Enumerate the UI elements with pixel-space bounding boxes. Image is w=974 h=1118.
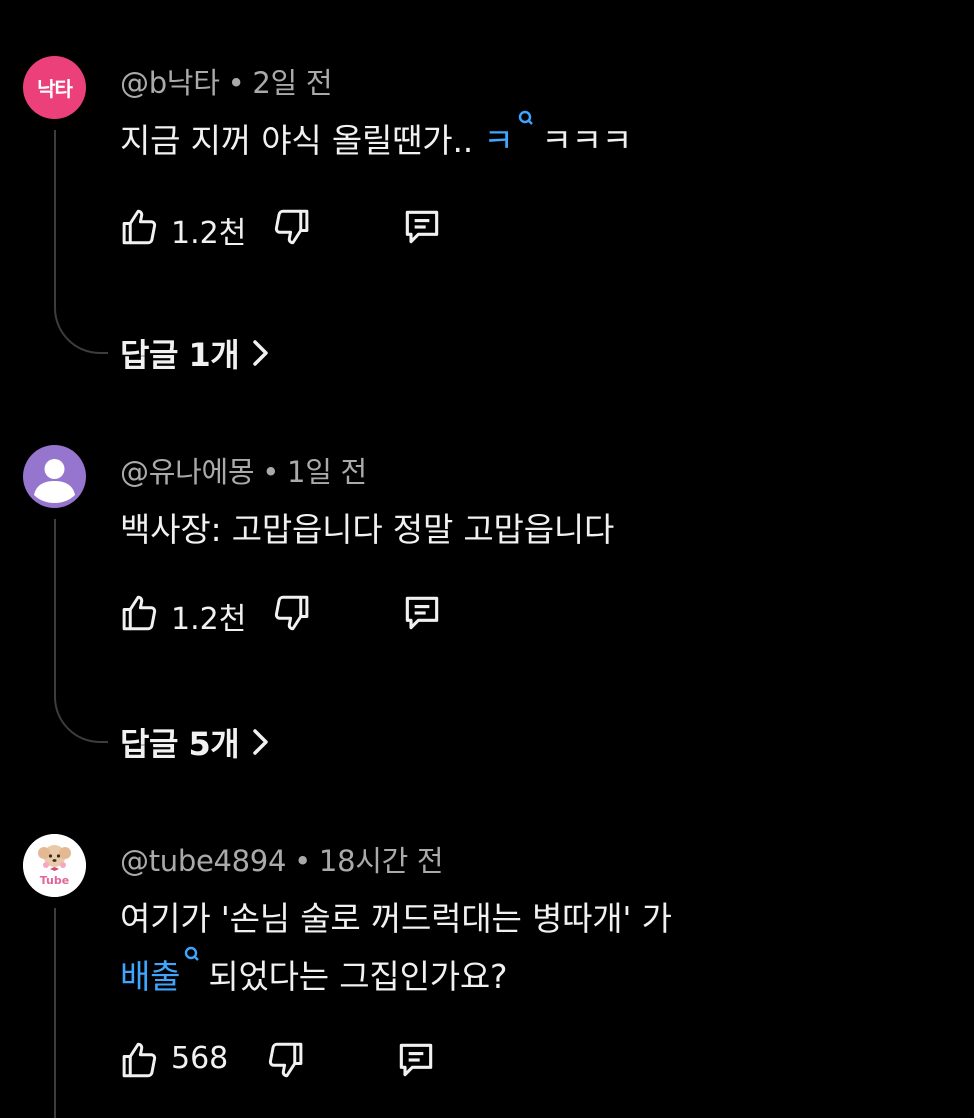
dislike-icon — [268, 1042, 303, 1078]
reply-icon — [405, 210, 439, 244]
avatar-caption: Tube — [39, 874, 70, 887]
reply-icon — [399, 1043, 433, 1077]
comment-actions: 1.2천 — [117, 204, 457, 251]
like-button[interactable] — [117, 590, 161, 636]
reply-button[interactable] — [400, 204, 444, 250]
reply-button[interactable] — [394, 1037, 438, 1083]
avatar-text: 낙타 — [37, 77, 73, 101]
avatar[interactable]: 낙타 — [23, 56, 86, 119]
dislike-button[interactable] — [270, 590, 314, 636]
reply-button[interactable] — [400, 590, 444, 636]
replies-label: 답글 1개 — [120, 336, 240, 374]
like-icon — [122, 209, 157, 245]
dislike-button[interactable] — [264, 1037, 308, 1083]
comment-text: 지금 지꺼 야식 올릴땐가.. ㅋㅋㅋㅋ — [120, 110, 632, 162]
search-link[interactable]: 배출 — [120, 957, 181, 996]
dislike-icon — [274, 595, 309, 631]
view-replies-button[interactable]: 답글 5개 — [120, 719, 271, 765]
search-icon — [185, 946, 200, 961]
like-button[interactable] — [117, 204, 161, 250]
like-count: 568 — [171, 1041, 229, 1076]
like-button[interactable] — [117, 1037, 161, 1083]
like-count: 1.2천 — [171, 216, 247, 251]
comment-author[interactable]: @유나에몽 — [120, 455, 255, 489]
comment-actions: 1.2천 — [117, 590, 457, 637]
comment-text-line: 여기가 '손님 술로 꺼드럭대는 병따개' 가 — [120, 899, 672, 938]
thread-line — [54, 908, 108, 1118]
comment-author[interactable]: @b낙타 — [120, 66, 220, 100]
search-icon — [518, 110, 533, 125]
comment-time: 1일 전 — [287, 455, 367, 489]
avatar[interactable]: Tube — [23, 834, 86, 897]
chevron-right-icon — [253, 340, 268, 366]
thread-line — [54, 130, 108, 354]
comment-text: 백사장: 고맙읍니다 정말 고맙읍니다 — [120, 510, 615, 549]
replies-label: 답글 5개 — [120, 725, 240, 763]
dog-avatar-icon — [23, 834, 86, 897]
dislike-button[interactable] — [270, 204, 314, 250]
search-link[interactable]: ㅋ — [483, 121, 513, 160]
default-user-icon — [34, 459, 75, 503]
comment-meta: @b낙타 • 2일 전 — [120, 66, 333, 100]
comment-time: 2일 전 — [252, 66, 333, 100]
reply-icon — [405, 596, 439, 630]
avatar[interactable] — [23, 445, 86, 508]
like-icon — [122, 595, 157, 631]
comment-author[interactable]: @tube4894 — [120, 844, 286, 878]
view-replies-button[interactable]: 답글 1개 — [120, 330, 271, 376]
comment-time: 18시간 전 — [318, 844, 444, 878]
dislike-icon — [274, 209, 309, 245]
comment-text-line: 배출 되었다는 그집인가요? — [120, 946, 508, 998]
comment-meta: @tube4894 • 18시간 전 — [120, 844, 444, 878]
comment-meta: @유나에몽 • 1일 전 — [120, 455, 367, 489]
chevron-right-icon — [253, 729, 268, 755]
thread-line — [54, 519, 108, 743]
like-icon — [122, 1042, 157, 1078]
comment-actions: 568 — [117, 1037, 457, 1083]
like-count: 1.2천 — [171, 602, 247, 637]
